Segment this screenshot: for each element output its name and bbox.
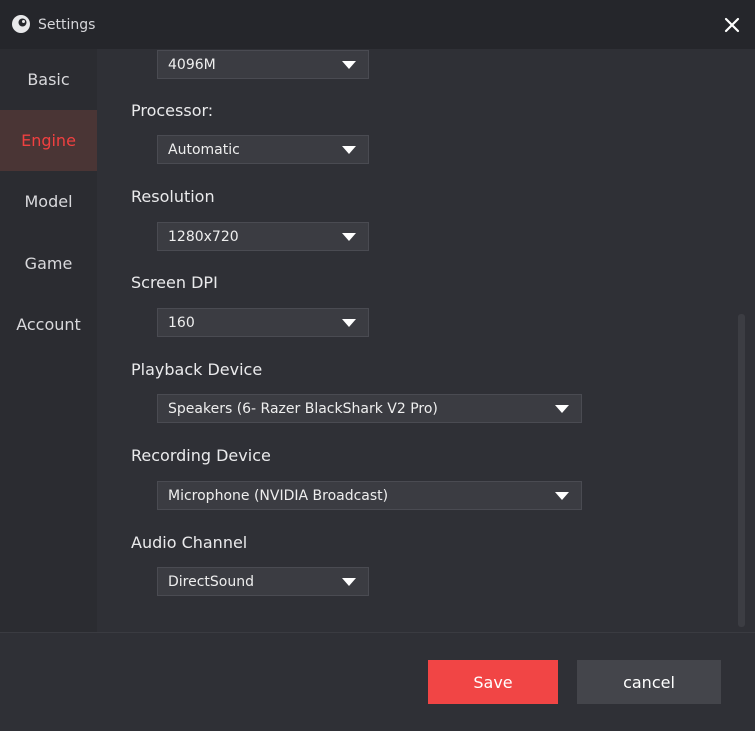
sidebar-item-label: Engine — [21, 131, 76, 150]
resolution-value: 1280x720 — [168, 229, 239, 245]
memory-value: 4096M — [168, 57, 216, 73]
processor-select[interactable]: Automatic — [157, 135, 369, 164]
screen-dpi-value: 160 — [168, 315, 195, 331]
playback-device-select[interactable]: Speakers (6- Razer BlackShark V2 Pro) — [157, 394, 582, 423]
audio-channel-select[interactable]: DirectSound — [157, 567, 369, 596]
save-button[interactable]: Save — [428, 660, 558, 704]
sidebar-item-basic[interactable]: Basic — [0, 49, 97, 110]
chevron-down-icon — [342, 146, 356, 154]
chevron-down-icon — [342, 578, 356, 586]
audio-channel-value: DirectSound — [168, 574, 255, 590]
sidebar-item-label: Game — [24, 254, 73, 273]
sidebar: Basic Engine Model Game Account — [0, 49, 97, 632]
processor-value: Automatic — [168, 142, 240, 158]
resolution-select[interactable]: 1280x720 — [157, 222, 369, 251]
chevron-down-icon — [555, 492, 569, 500]
settings-window: Settings Basic Engine Model Game Account… — [0, 0, 755, 731]
memory-select[interactable]: 4096M — [157, 50, 369, 79]
recording-device-label: Recording Device — [131, 446, 271, 465]
engine-settings-panel: 4096M Processor: Automatic Resolution 12… — [97, 49, 755, 632]
playback-device-label: Playback Device — [131, 360, 263, 379]
content-scrollbar[interactable] — [738, 314, 745, 627]
chevron-down-icon — [555, 405, 569, 413]
cancel-button[interactable]: cancel — [577, 660, 721, 704]
sidebar-item-game[interactable]: Game — [0, 233, 97, 294]
close-icon[interactable] — [719, 12, 745, 38]
chevron-down-icon — [342, 233, 356, 241]
recording-device-value: Microphone (NVIDIA Broadcast) — [168, 488, 389, 504]
resolution-label: Resolution — [131, 187, 215, 206]
sidebar-item-engine[interactable]: Engine — [0, 110, 97, 171]
chevron-down-icon — [342, 61, 356, 69]
window-title: Settings — [38, 17, 96, 33]
app-logo-icon — [12, 15, 30, 33]
screen-dpi-select[interactable]: 160 — [157, 308, 369, 337]
footer-divider — [0, 632, 755, 633]
title-bar: Settings — [0, 0, 755, 49]
sidebar-item-model[interactable]: Model — [0, 171, 97, 232]
chevron-down-icon — [342, 319, 356, 327]
audio-channel-label: Audio Channel — [131, 533, 248, 552]
sidebar-item-label: Basic — [27, 70, 70, 89]
screen-dpi-label: Screen DPI — [131, 273, 218, 292]
sidebar-item-label: Model — [24, 192, 73, 211]
sidebar-item-label: Account — [16, 315, 81, 334]
sidebar-item-account[interactable]: Account — [0, 294, 97, 355]
playback-device-value: Speakers (6- Razer BlackShark V2 Pro) — [168, 401, 438, 417]
recording-device-select[interactable]: Microphone (NVIDIA Broadcast) — [157, 481, 582, 510]
processor-label: Processor: — [131, 101, 214, 120]
